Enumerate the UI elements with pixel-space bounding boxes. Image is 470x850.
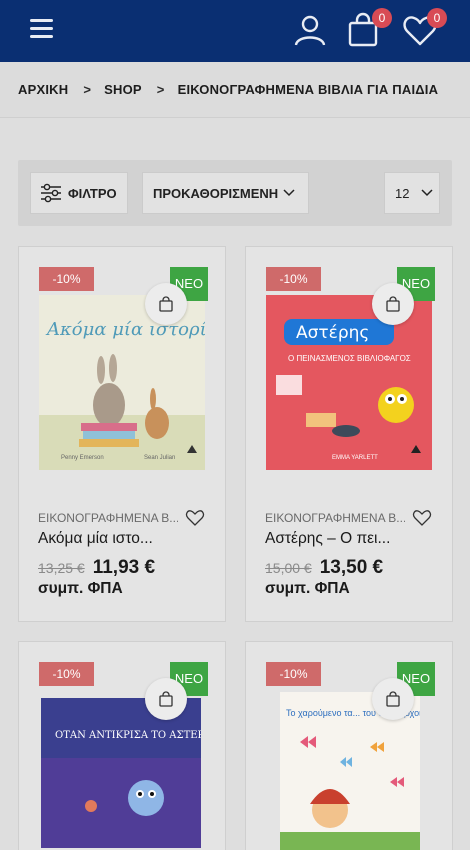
hamburger-menu-icon[interactable] — [30, 19, 53, 38]
top-header: 0 0 — [0, 0, 470, 62]
discount-badge: -10% — [39, 267, 94, 291]
filter-button[interactable]: ΦΙΛΤΡΟ — [30, 172, 128, 214]
chevron-right-icon: > — [83, 82, 92, 97]
product-title[interactable]: Αστέρης – Ο πει... — [265, 530, 390, 548]
heart-icon[interactable] — [185, 509, 205, 527]
product-card[interactable]: Αστέρης Ο ΠΕΙΝΑΣΜΕΝΟΣ ΒΙΒΛΙΟΦΑΓΟΣ EMMA Y… — [245, 246, 453, 622]
cover-author: Sean Julian — [144, 455, 175, 461]
sliders-icon — [41, 183, 61, 203]
add-to-cart-button[interactable] — [372, 283, 414, 325]
shop-toolbar: ΦΙΛΤΡΟ ΠΡΟΚΑΘΟΡΙΣΜΕΝΗ 12 — [18, 160, 452, 226]
vat-note: συμπ. ΦΠΑ — [265, 580, 350, 597]
filter-label: ΦΙΛΤΡΟ — [68, 185, 117, 201]
cover-author: Penny Emerson — [61, 455, 104, 461]
chevron-down-icon — [283, 189, 295, 197]
shopping-bag-icon — [386, 691, 400, 707]
cover-author: EMMA YARLETT — [332, 455, 378, 461]
product-card[interactable]: ΟΤΑΝ ΑΝΤΙΚΡΙΣΑ ΤΟ ΑΣΤΕΡΙ ΜΟΥ -10% ΝΕΟ — [18, 641, 226, 850]
add-to-cart-button[interactable] — [145, 678, 187, 720]
per-page-value: 12 — [395, 185, 410, 201]
sale-price: 13,50 € — [319, 557, 384, 578]
add-to-cart-button[interactable] — [372, 678, 414, 720]
discount-badge: -10% — [266, 662, 321, 686]
breadcrumb-home[interactable]: ΑΡΧΙΚΗ — [18, 82, 68, 97]
shopping-bag-icon — [159, 296, 173, 312]
product-card[interactable]: Ακόμα μία ιστορία Penny Emerson Sean Jul… — [18, 246, 226, 622]
chevron-down-icon — [421, 189, 433, 197]
cover-title: ΟΤΑΝ ΑΝΤΙΚΡΙΣΑ ΤΟ ΑΣΤΕΡΙ ΜΟΥ — [55, 730, 201, 741]
product-category[interactable]: ΕΙΚΟΝΟΓΡΑΦΗΜΕΝΑ Β... — [265, 511, 405, 525]
heart-icon[interactable] — [412, 509, 432, 527]
breadcrumb: ΑΡΧΙΚΗ > SHOP > ΕΙΚΟΝΟΓΡΑΦΗΜΕΝΑ ΒΙΒΛΙΑ Γ… — [0, 62, 470, 118]
cart-count-badge: 0 — [372, 8, 392, 28]
per-page-select[interactable]: 12 — [384, 172, 440, 214]
product-card[interactable]: Το χαρούμενο τα... του σκαντζόχοιρου -10… — [245, 641, 453, 850]
wishlist-count-badge: 0 — [427, 8, 447, 28]
breadcrumb-current: ΕΙΚΟΝΟΓΡΑΦΗΜΕΝΑ ΒΙΒΛΙΑ ΓΙΑ ΠΑΙΔΙΑ — [177, 82, 439, 97]
sort-select[interactable]: ΠΡΟΚΑΘΟΡΙΣΜΕΝΗ — [142, 172, 309, 214]
user-icon[interactable] — [292, 12, 328, 48]
cover-title: Ακόμα μία ιστορία — [45, 319, 205, 340]
chevron-right-icon: > — [156, 82, 165, 97]
price: 13,25 € 11,93 € — [38, 557, 155, 579]
sale-price: 11,93 € — [92, 557, 156, 578]
shopping-bag-icon — [386, 296, 400, 312]
discount-badge: -10% — [39, 662, 94, 686]
price: 15,00 € 13,50 € — [265, 557, 383, 579]
breadcrumb-shop[interactable]: SHOP — [104, 82, 142, 97]
product-image[interactable]: Ακόμα μία ιστορία Penny Emerson Sean Jul… — [39, 295, 205, 470]
shopping-bag-icon — [159, 691, 173, 707]
vat-note: συμπ. ΦΠΑ — [38, 580, 123, 597]
product-title[interactable]: Ακόμα μία ιστο... — [38, 530, 153, 548]
product-image[interactable]: ΟΤΑΝ ΑΝΤΙΚΡΙΣΑ ΤΟ ΑΣΤΕΡΙ ΜΟΥ — [41, 698, 201, 848]
old-price: 13,25 € — [38, 560, 85, 576]
product-category[interactable]: ΕΙΚΟΝΟΓΡΑΦΗΜΕΝΑ Β... — [38, 511, 178, 525]
old-price: 15,00 € — [265, 560, 312, 576]
sort-label: ΠΡΟΚΑΘΟΡΙΣΜΕΝΗ — [153, 185, 279, 201]
product-image[interactable]: Αστέρης Ο ΠΕΙΝΑΣΜΕΝΟΣ ΒΙΒΛΙΟΦΑΓΟΣ EMMA Y… — [266, 295, 432, 470]
cover-subtitle: Ο ΠΕΙΝΑΣΜΕΝΟΣ ΒΙΒΛΙΟΦΑΓΟΣ — [288, 354, 411, 363]
add-to-cart-button[interactable] — [145, 283, 187, 325]
discount-badge: -10% — [266, 267, 321, 291]
cover-title: Αστέρης — [296, 323, 369, 343]
